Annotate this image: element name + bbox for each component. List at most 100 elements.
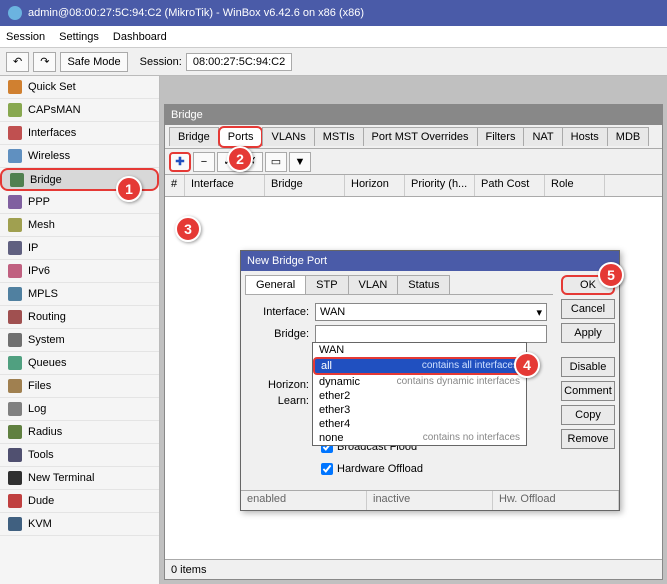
sidebar-icon [8,287,22,301]
sidebar-item-dude[interactable]: Dude [0,490,159,513]
sidebar-label: Log [28,403,46,415]
sidebar-item-queues[interactable]: Queues [0,352,159,375]
dropdown-item-none[interactable]: nonecontains no interfaces [313,431,526,445]
comment-button[interactable]: Comment [561,381,615,401]
annotation-1: 1 [116,176,142,202]
dialog-tab-general[interactable]: General [245,275,306,294]
dialog-tab-status[interactable]: Status [397,275,450,294]
remove-button[interactable]: Remove [561,429,615,449]
session-field[interactable]: 08:00:27:5C:94:C2 [186,53,292,71]
tab-bridge[interactable]: Bridge [169,127,219,146]
column-header[interactable]: # [165,175,185,196]
sidebar-icon [8,149,22,163]
sidebar-label: Dude [28,495,54,507]
sidebar-item-mpls[interactable]: MPLS [0,283,159,306]
sidebar-item-kvm[interactable]: KVM [0,513,159,536]
sidebar-label: Wireless [28,150,70,162]
sidebar-item-tools[interactable]: Tools [0,444,159,467]
bridge-field[interactable] [315,325,547,343]
sidebar-label: New Terminal [28,472,94,484]
sidebar-item-interfaces[interactable]: Interfaces [0,122,159,145]
sidebar-item-routing[interactable]: Routing [0,306,159,329]
status-bar: 0 items [165,559,662,579]
horizon-label: Horizon: [251,379,315,391]
sidebar-item-wireless[interactable]: Wireless [0,145,159,168]
sidebar-item-new-terminal[interactable]: New Terminal [0,467,159,490]
menu-dashboard[interactable]: Dashboard [113,31,167,43]
tab-port-mst-overrides[interactable]: Port MST Overrides [363,127,478,146]
sidebar-label: Mesh [28,219,55,231]
annotation-2: 2 [227,146,253,172]
tab-mstis[interactable]: MSTIs [314,127,364,146]
tab-nat[interactable]: NAT [523,127,562,146]
sidebar-label: Files [28,380,51,392]
tab-hosts[interactable]: Hosts [562,127,608,146]
sidebar-icon [8,494,22,508]
dropdown-item-dynamic[interactable]: dynamiccontains dynamic interfaces [313,375,526,389]
disable-button[interactable]: Disable [561,357,615,377]
sidebar-label: Radius [28,426,62,438]
sidebar-icon [8,264,22,278]
sidebar-item-ip[interactable]: IP [0,237,159,260]
column-header[interactable]: Interface [185,175,265,196]
sidebar-label: Interfaces [28,127,76,139]
tab-vlans[interactable]: VLANs [262,127,314,146]
sidebar-item-quick-set[interactable]: Quick Set [0,76,159,99]
add-button[interactable]: ✚ [169,152,191,172]
sidebar-icon [8,80,22,94]
column-header[interactable]: Bridge [265,175,345,196]
dialog-footer: enabled inactive Hw. Offload [241,490,619,510]
redo-button[interactable]: ↷ [33,52,56,72]
sidebar-icon [8,356,22,370]
sidebar-item-radius[interactable]: Radius [0,421,159,444]
column-header[interactable]: Priority (h... [405,175,475,196]
dialog-tab-stp[interactable]: STP [305,275,348,294]
copy-button[interactable]: Copy [561,405,615,425]
sidebar-item-system[interactable]: System [0,329,159,352]
column-header[interactable]: Horizon [345,175,405,196]
tab-ports[interactable]: Ports [218,126,264,148]
sidebar-item-ipv6[interactable]: IPv6 [0,260,159,283]
sidebar-item-capsman[interactable]: CAPsMAN [0,99,159,122]
column-header[interactable]: Role [545,175,605,196]
column-header[interactable]: Path Cost [475,175,545,196]
sidebar-icon [8,448,22,462]
dropdown-item-ether2[interactable]: ether2 [313,389,526,403]
sidebar-item-log[interactable]: Log [0,398,159,421]
interface-field[interactable]: WAN▾ [315,303,547,321]
tab-mdb[interactable]: MDB [607,127,649,146]
sidebar-icon [8,333,22,347]
footer-hw: Hw. Offload [493,491,619,510]
comment-button[interactable]: ▭ [265,152,287,172]
menu-settings[interactable]: Settings [59,31,99,43]
sidebar-label: KVM [28,518,52,530]
filter-button[interactable]: ▼ [289,152,311,172]
bridge-window-title: Bridge [165,105,662,125]
hw-offload-checkbox[interactable]: Hardware Offload [321,463,547,475]
safe-mode-button[interactable]: Safe Mode [60,52,127,72]
menu-session[interactable]: Session [6,31,45,43]
sidebar-icon [8,517,22,531]
cancel-button[interactable]: Cancel [561,299,615,319]
apply-button[interactable]: Apply [561,323,615,343]
footer-inactive: inactive [367,491,493,510]
dropdown-item-ether4[interactable]: ether4 [313,417,526,431]
dropdown-item-WAN[interactable]: WAN [313,343,526,357]
dropdown-item-ether3[interactable]: ether3 [313,403,526,417]
remove-button[interactable]: − [193,152,215,172]
sidebar-item-mesh[interactable]: Mesh [0,214,159,237]
sidebar-icon [8,195,22,209]
grid-header: #InterfaceBridgeHorizonPriority (h...Pat… [165,175,662,197]
dialog-tab-vlan[interactable]: VLAN [348,275,399,294]
menubar: Session Settings Dashboard [0,26,667,48]
sidebar-icon [8,425,22,439]
sidebar-icon [8,103,22,117]
sidebar-icon [8,241,22,255]
annotation-3: 3 [175,216,201,242]
dropdown-item-all[interactable]: allcontains all interfaces [313,357,526,375]
sidebar-item-files[interactable]: Files [0,375,159,398]
bridge-dropdown[interactable]: WANallcontains all interfacesdynamiccont… [312,342,527,446]
tab-filters[interactable]: Filters [477,127,525,146]
undo-button[interactable]: ↶ [6,52,29,72]
sidebar-label: Queues [28,357,67,369]
